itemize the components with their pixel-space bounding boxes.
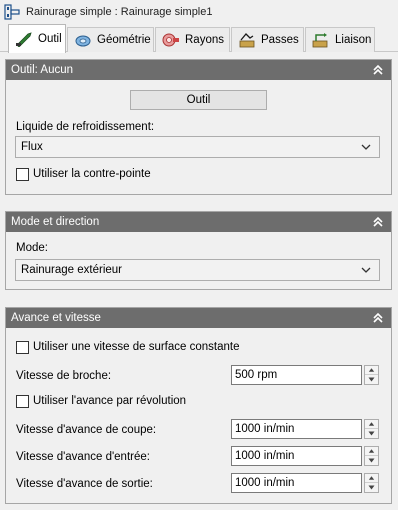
cutting-feed-spinner[interactable]: 1000 in/min: [231, 419, 379, 439]
panel-title: Mode et direction: [11, 216, 100, 228]
spin-down-icon[interactable]: [365, 456, 378, 465]
tool-icon: [16, 32, 32, 47]
passes-icon: [239, 33, 255, 48]
panel-title: Avance et vitesse: [11, 312, 101, 324]
tool-panel-header[interactable]: Outil: Aucun: [6, 60, 391, 80]
lead-in-label: Vitesse d'avance d'entrée:: [16, 451, 150, 463]
tab-passes[interactable]: Passes: [231, 27, 304, 52]
tab-bar: Outil Géométrie Rayons Passes Liaison: [0, 24, 398, 53]
tab-rayons[interactable]: Rayons: [155, 27, 230, 52]
lead-out-label: Vitesse d'avance de sortie:: [16, 478, 153, 490]
tailstock-label: Utiliser la contre-pointe: [33, 168, 151, 180]
mode-panel-header[interactable]: Mode et direction: [6, 212, 391, 232]
window-title: Rainurage simple : Rainurage simple1: [26, 6, 213, 18]
chevron-down-icon: [361, 144, 371, 150]
feed-speed-panel: Avance et vitesse Utiliser une vitesse d…: [5, 307, 392, 504]
css-label: Utiliser une vitesse de surface constant…: [33, 341, 240, 353]
collapse-icon[interactable]: [371, 311, 385, 325]
spin-up-icon[interactable]: [365, 447, 378, 456]
tab-geometrie[interactable]: Géométrie: [67, 27, 154, 52]
lead-in-feed-input[interactable]: 1000 in/min: [231, 446, 362, 466]
feed-per-rev-checkbox[interactable]: [16, 395, 29, 408]
chevron-down-icon: [361, 267, 371, 273]
tailstock-checkbox[interactable]: [16, 168, 29, 181]
collapse-icon[interactable]: [371, 63, 385, 77]
spinner-arrows: [364, 365, 379, 385]
spinner-arrows: [364, 446, 379, 466]
select-tool-button[interactable]: Outil: [130, 90, 267, 110]
radii-icon: [162, 33, 179, 47]
spin-up-icon[interactable]: [365, 420, 378, 429]
mode-panel: Mode et direction Mode: Rainurage extéri…: [5, 211, 392, 290]
lead-out-feed-input[interactable]: 1000 in/min: [231, 473, 362, 493]
collapse-icon[interactable]: [371, 215, 385, 229]
tool-panel: Outil: Aucun Outil Liquide de refroidiss…: [5, 59, 392, 195]
spin-up-icon[interactable]: [365, 366, 378, 375]
tab-label: Liaison: [335, 34, 372, 46]
mode-value: Rainurage extérieur: [21, 264, 123, 276]
spinner-arrows: [364, 419, 379, 439]
spindle-speed-input[interactable]: 500 rpm: [231, 365, 362, 385]
spindle-label: Vitesse de broche:: [16, 370, 112, 382]
linking-icon: [312, 33, 328, 48]
panel-title: Outil: Aucun: [11, 64, 74, 76]
groove-operation-icon: [4, 4, 20, 20]
spinner-arrows: [364, 473, 379, 493]
tab-label: Géométrie: [97, 34, 151, 46]
tab-label: Outil: [38, 33, 62, 45]
coolant-select[interactable]: Flux: [15, 136, 380, 158]
mode-label: Mode:: [16, 242, 48, 254]
feed-per-rev-label: Utiliser l'avance par révolution: [33, 395, 187, 407]
tab-label: Rayons: [185, 34, 224, 46]
lead-out-feed-spinner[interactable]: 1000 in/min: [231, 473, 379, 493]
css-checkbox[interactable]: [16, 341, 29, 354]
tab-outil[interactable]: Outil: [8, 24, 66, 53]
cutting-feed-label: Vitesse d'avance de coupe:: [16, 424, 157, 436]
spin-down-icon[interactable]: [365, 483, 378, 492]
title-bar: Rainurage simple : Rainurage simple1: [0, 0, 398, 24]
tab-label: Passes: [261, 34, 299, 46]
coolant-value: Flux: [21, 141, 43, 153]
lead-in-feed-spinner[interactable]: 1000 in/min: [231, 446, 379, 466]
coolant-label: Liquide de refroidissement:: [16, 121, 155, 133]
tab-liaison[interactable]: Liaison: [305, 27, 375, 52]
spin-up-icon[interactable]: [365, 474, 378, 483]
cutting-feed-input[interactable]: 1000 in/min: [231, 419, 362, 439]
geometry-icon: [75, 35, 91, 47]
spin-down-icon[interactable]: [365, 375, 378, 384]
spin-down-icon[interactable]: [365, 429, 378, 438]
feed-panel-header[interactable]: Avance et vitesse: [6, 308, 391, 328]
spindle-speed-spinner[interactable]: 500 rpm: [231, 365, 379, 385]
mode-select[interactable]: Rainurage extérieur: [15, 259, 380, 281]
